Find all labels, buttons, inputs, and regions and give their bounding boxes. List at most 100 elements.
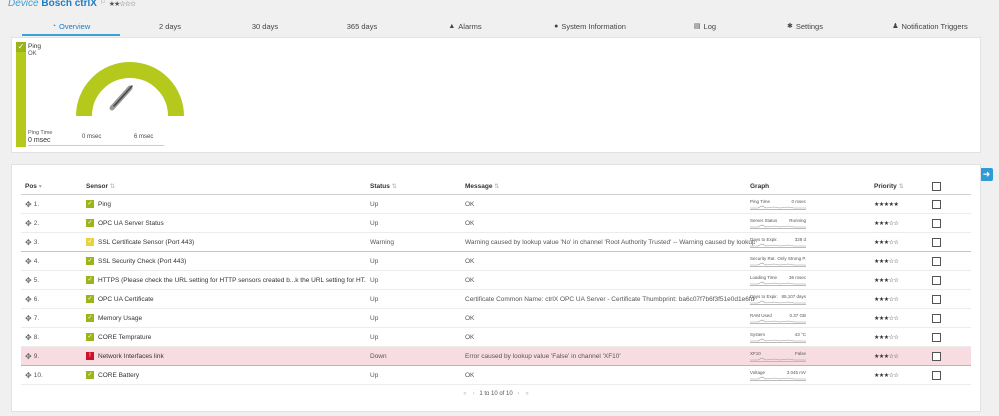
device-name[interactable]: Bosch ctrlX xyxy=(41,0,97,9)
row-pos[interactable]: ✥ 2. xyxy=(25,214,65,232)
row-checkbox[interactable] xyxy=(932,275,941,285)
row-sensor[interactable]: ✓ Memory Usage xyxy=(86,309,366,327)
row-priority-stars[interactable]: ★★★☆☆ xyxy=(874,233,914,251)
row-select[interactable] xyxy=(932,195,942,213)
row-checkbox[interactable] xyxy=(932,199,941,209)
row-priority-stars[interactable]: ★★★★★ xyxy=(874,195,914,213)
row-sensor[interactable]: ! Network Interfaces link xyxy=(86,347,366,365)
row-priority-stars[interactable]: ★★★☆☆ xyxy=(874,271,914,289)
header-select-all[interactable] xyxy=(932,182,941,191)
row-sensor-name[interactable]: CORE Battery xyxy=(98,372,139,379)
table-row[interactable]: ✥ 10. ✓ CORE Battery Up OK Voltage 3.045 mV ★★★☆… xyxy=(21,366,971,385)
header-message[interactable]: Message ⇅ xyxy=(465,183,499,190)
tab-notification-triggers[interactable]: ♟ Notification Triggers xyxy=(880,18,980,34)
mini-graph[interactable]: RAM Used 0.37 GB xyxy=(750,313,806,324)
move-icon[interactable]: ✥ xyxy=(25,219,32,228)
row-pos[interactable]: ✥ 10. xyxy=(25,366,65,384)
row-checkbox[interactable] xyxy=(932,332,941,342)
row-sensor[interactable]: ✓ OPC UA Certificate xyxy=(86,290,366,308)
row-checkbox[interactable] xyxy=(932,313,941,323)
row-pos[interactable]: ✥ 9. xyxy=(25,347,65,365)
row-graph[interactable]: Server Status Running xyxy=(750,214,810,232)
header-pos[interactable]: Pos ▾ xyxy=(25,183,42,190)
move-icon[interactable]: ✥ xyxy=(25,371,32,380)
row-checkbox[interactable] xyxy=(932,218,941,228)
ping-gauge[interactable] xyxy=(72,44,188,124)
row-checkbox[interactable] xyxy=(932,237,941,247)
row-graph[interactable]: Loading Time 36 msec xyxy=(750,271,810,289)
row-graph[interactable]: Days to Expir. 85,107 days xyxy=(750,290,810,308)
move-icon[interactable]: ✥ xyxy=(25,314,32,323)
mini-graph[interactable]: Security Rat. Only Strong P. xyxy=(750,256,806,267)
row-pos[interactable]: ✥ 4. xyxy=(25,252,65,270)
row-sensor[interactable]: ✓ HTTPS (Please check the URL setting for… xyxy=(86,271,366,289)
header-sensor[interactable]: Sensor ⇅ xyxy=(86,183,115,190)
table-row[interactable]: ✥ 5. ✓ HTTPS (Please check the URL setting … xyxy=(21,271,971,290)
mini-graph[interactable]: System 43 °C xyxy=(750,332,806,343)
last-page-icon[interactable]: » xyxy=(525,391,528,397)
tab-30-days[interactable]: 30 days xyxy=(225,18,305,34)
row-graph[interactable]: XF10 False xyxy=(750,347,810,365)
row-sensor[interactable]: ✓ SSL Certificate Sensor (Port 443) xyxy=(86,233,366,251)
flag-icon[interactable]: ⚐ xyxy=(100,0,106,6)
move-icon[interactable]: ✥ xyxy=(25,276,32,285)
mini-graph[interactable]: Loading Time 36 msec xyxy=(750,275,806,286)
mini-graph[interactable]: Server Status Running xyxy=(750,218,806,229)
row-sensor[interactable]: ✓ SSL Security Check (Port 443) xyxy=(86,252,366,270)
move-icon[interactable]: ✥ xyxy=(25,257,32,266)
row-sensor[interactable]: ✓ CORE Battery xyxy=(86,366,366,384)
row-select[interactable] xyxy=(932,328,942,346)
ping-sensor-name[interactable]: Ping xyxy=(28,43,41,50)
row-select[interactable] xyxy=(932,214,942,232)
row-priority-stars[interactable]: ★★★☆☆ xyxy=(874,290,914,308)
row-priority-stars[interactable]: ★★★☆☆ xyxy=(874,366,914,384)
row-pos[interactable]: ✥ 8. xyxy=(25,328,65,346)
row-priority-stars[interactable]: ★★★☆☆ xyxy=(874,252,914,270)
first-page-icon[interactable]: « xyxy=(463,391,466,397)
row-sensor-name[interactable]: CORE Temprature xyxy=(98,334,151,341)
row-sensor-name[interactable]: OPC UA Certificate xyxy=(98,296,154,303)
tab-365-days[interactable]: 365 days xyxy=(322,18,402,34)
row-sensor-name[interactable]: Network Interfaces link xyxy=(98,353,164,360)
tab-2-days[interactable]: 2 days xyxy=(130,18,210,34)
select-all-checkbox[interactable] xyxy=(932,182,941,191)
row-pos[interactable]: ✥ 1. xyxy=(25,195,65,213)
table-row[interactable]: ✥ 8. ✓ CORE Temprature Up OK System 43 °C ★★★☆☆ xyxy=(21,328,971,347)
mini-graph[interactable]: Voltage 3.045 mV xyxy=(750,370,806,381)
row-select[interactable] xyxy=(932,271,942,289)
row-checkbox[interactable] xyxy=(932,294,941,304)
move-icon[interactable]: ✥ xyxy=(25,295,32,304)
row-checkbox[interactable] xyxy=(932,370,941,380)
row-graph[interactable]: Voltage 3.045 mV xyxy=(750,366,810,384)
header-priority[interactable]: Priority ⇅ xyxy=(874,183,904,190)
table-row[interactable]: ✥ 6. ✓ OPC UA Certificate Up Certificate Comm… xyxy=(21,290,971,309)
row-sensor-name[interactable]: SSL Security Check (Port 443) xyxy=(98,258,186,265)
row-sensor[interactable]: ✓ CORE Temprature xyxy=(86,328,366,346)
row-sensor-name[interactable]: SSL Certificate Sensor (Port 443) xyxy=(98,239,194,246)
table-row[interactable]: ✥ 1. ✓ Ping Up OK Ping Time 0 msec ★★★★★ xyxy=(21,195,971,214)
tab-settings[interactable]: ✱ Settings xyxy=(770,18,840,34)
row-select[interactable] xyxy=(932,252,942,270)
tab-log[interactable]: ▤ Log xyxy=(675,18,735,34)
prev-page-icon[interactable]: ‹ xyxy=(473,391,475,397)
tab-alarms[interactable]: ▲ Alarms xyxy=(425,18,505,34)
row-sensor-name[interactable]: OPC UA Server Status xyxy=(98,220,164,227)
row-sensor-name[interactable]: Memory Usage xyxy=(98,315,142,322)
table-row[interactable]: ✥ 9.! Network Interfaces link Down Error cau… xyxy=(21,347,971,366)
row-graph[interactable]: Ping Time 0 msec xyxy=(750,195,810,213)
row-pos[interactable]: ✥ 7. xyxy=(25,309,65,327)
row-select[interactable] xyxy=(932,347,942,365)
row-sensor[interactable]: ✓ Ping xyxy=(86,195,366,213)
row-pos[interactable]: ✥ 5. xyxy=(25,271,65,289)
move-icon[interactable]: ✥ xyxy=(25,238,32,247)
tab-overview[interactable]: ◔ Overview xyxy=(22,18,120,36)
table-row[interactable]: ✥ 4. ✓ SSL Security Check (Port 443) Up OK Sec… xyxy=(21,252,971,271)
row-priority-stars[interactable]: ★★★☆☆ xyxy=(874,347,914,365)
header-status[interactable]: Status ⇅ xyxy=(370,183,397,190)
row-sensor-name[interactable]: Ping xyxy=(98,201,111,208)
row-select[interactable] xyxy=(932,309,942,327)
row-priority-stars[interactable]: ★★★☆☆ xyxy=(874,214,914,232)
row-graph[interactable]: Days to Expir. 328 d xyxy=(750,233,810,251)
plus-circle-icon[interactable]: ➜ xyxy=(980,168,993,181)
next-page-icon[interactable]: › xyxy=(517,391,519,397)
